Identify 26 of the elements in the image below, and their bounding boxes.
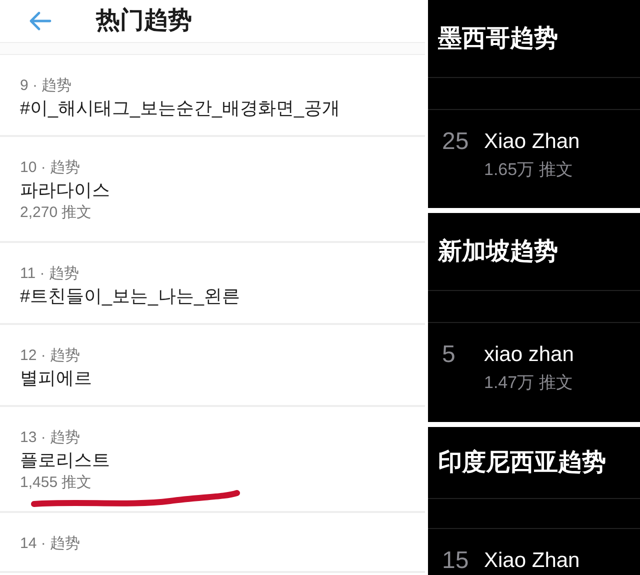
tweet-count: 2,270 推文 (20, 203, 93, 223)
panel-title: 印度尼西亚趋势 (428, 427, 640, 500)
trend-name[interactable]: xiao zhan (484, 341, 574, 369)
trend-rank: 5 (442, 341, 456, 369)
trend-meta: 10 · 趋势 (20, 158, 82, 178)
trend-name[interactable]: Xiao Zhan (484, 128, 580, 156)
trend-meta: 14 · 趋势 (20, 534, 82, 554)
trend-name[interactable]: Xiao Zhan (484, 547, 580, 575)
trend-meta: 13 · 趋势 (20, 428, 82, 448)
panel-title: 新加坡趋势 (428, 213, 640, 291)
trend-rank: 25 (442, 128, 470, 156)
trend-title[interactable]: 플로리스트 (20, 449, 425, 471)
tweet-count: 1,455 推文 (20, 473, 93, 493)
page-title: 热门趋势 (96, 6, 192, 36)
tweet-count: 1.47万 推文 (484, 372, 574, 394)
tweet-count: 1.65万 推文 (484, 159, 574, 181)
panel-title: 墨西哥趋势 (428, 0, 640, 78)
trend-title[interactable]: #이_해시태그_보는순간_배경화면_공개 (20, 97, 425, 119)
back-arrow-icon[interactable] (28, 11, 52, 31)
trend-title[interactable]: 파라다이스 (20, 179, 425, 201)
trend-title[interactable]: #트친들이_보는_나는_왼른 (20, 285, 425, 307)
trend-meta: 11 · 趋势 (20, 264, 80, 284)
trend-rank: 15 (442, 547, 470, 575)
trend-title[interactable]: 별피에르 (20, 367, 425, 389)
trend-meta: 12 · 趋势 (20, 346, 82, 366)
trend-meta: 9 · 趋势 (20, 76, 73, 96)
